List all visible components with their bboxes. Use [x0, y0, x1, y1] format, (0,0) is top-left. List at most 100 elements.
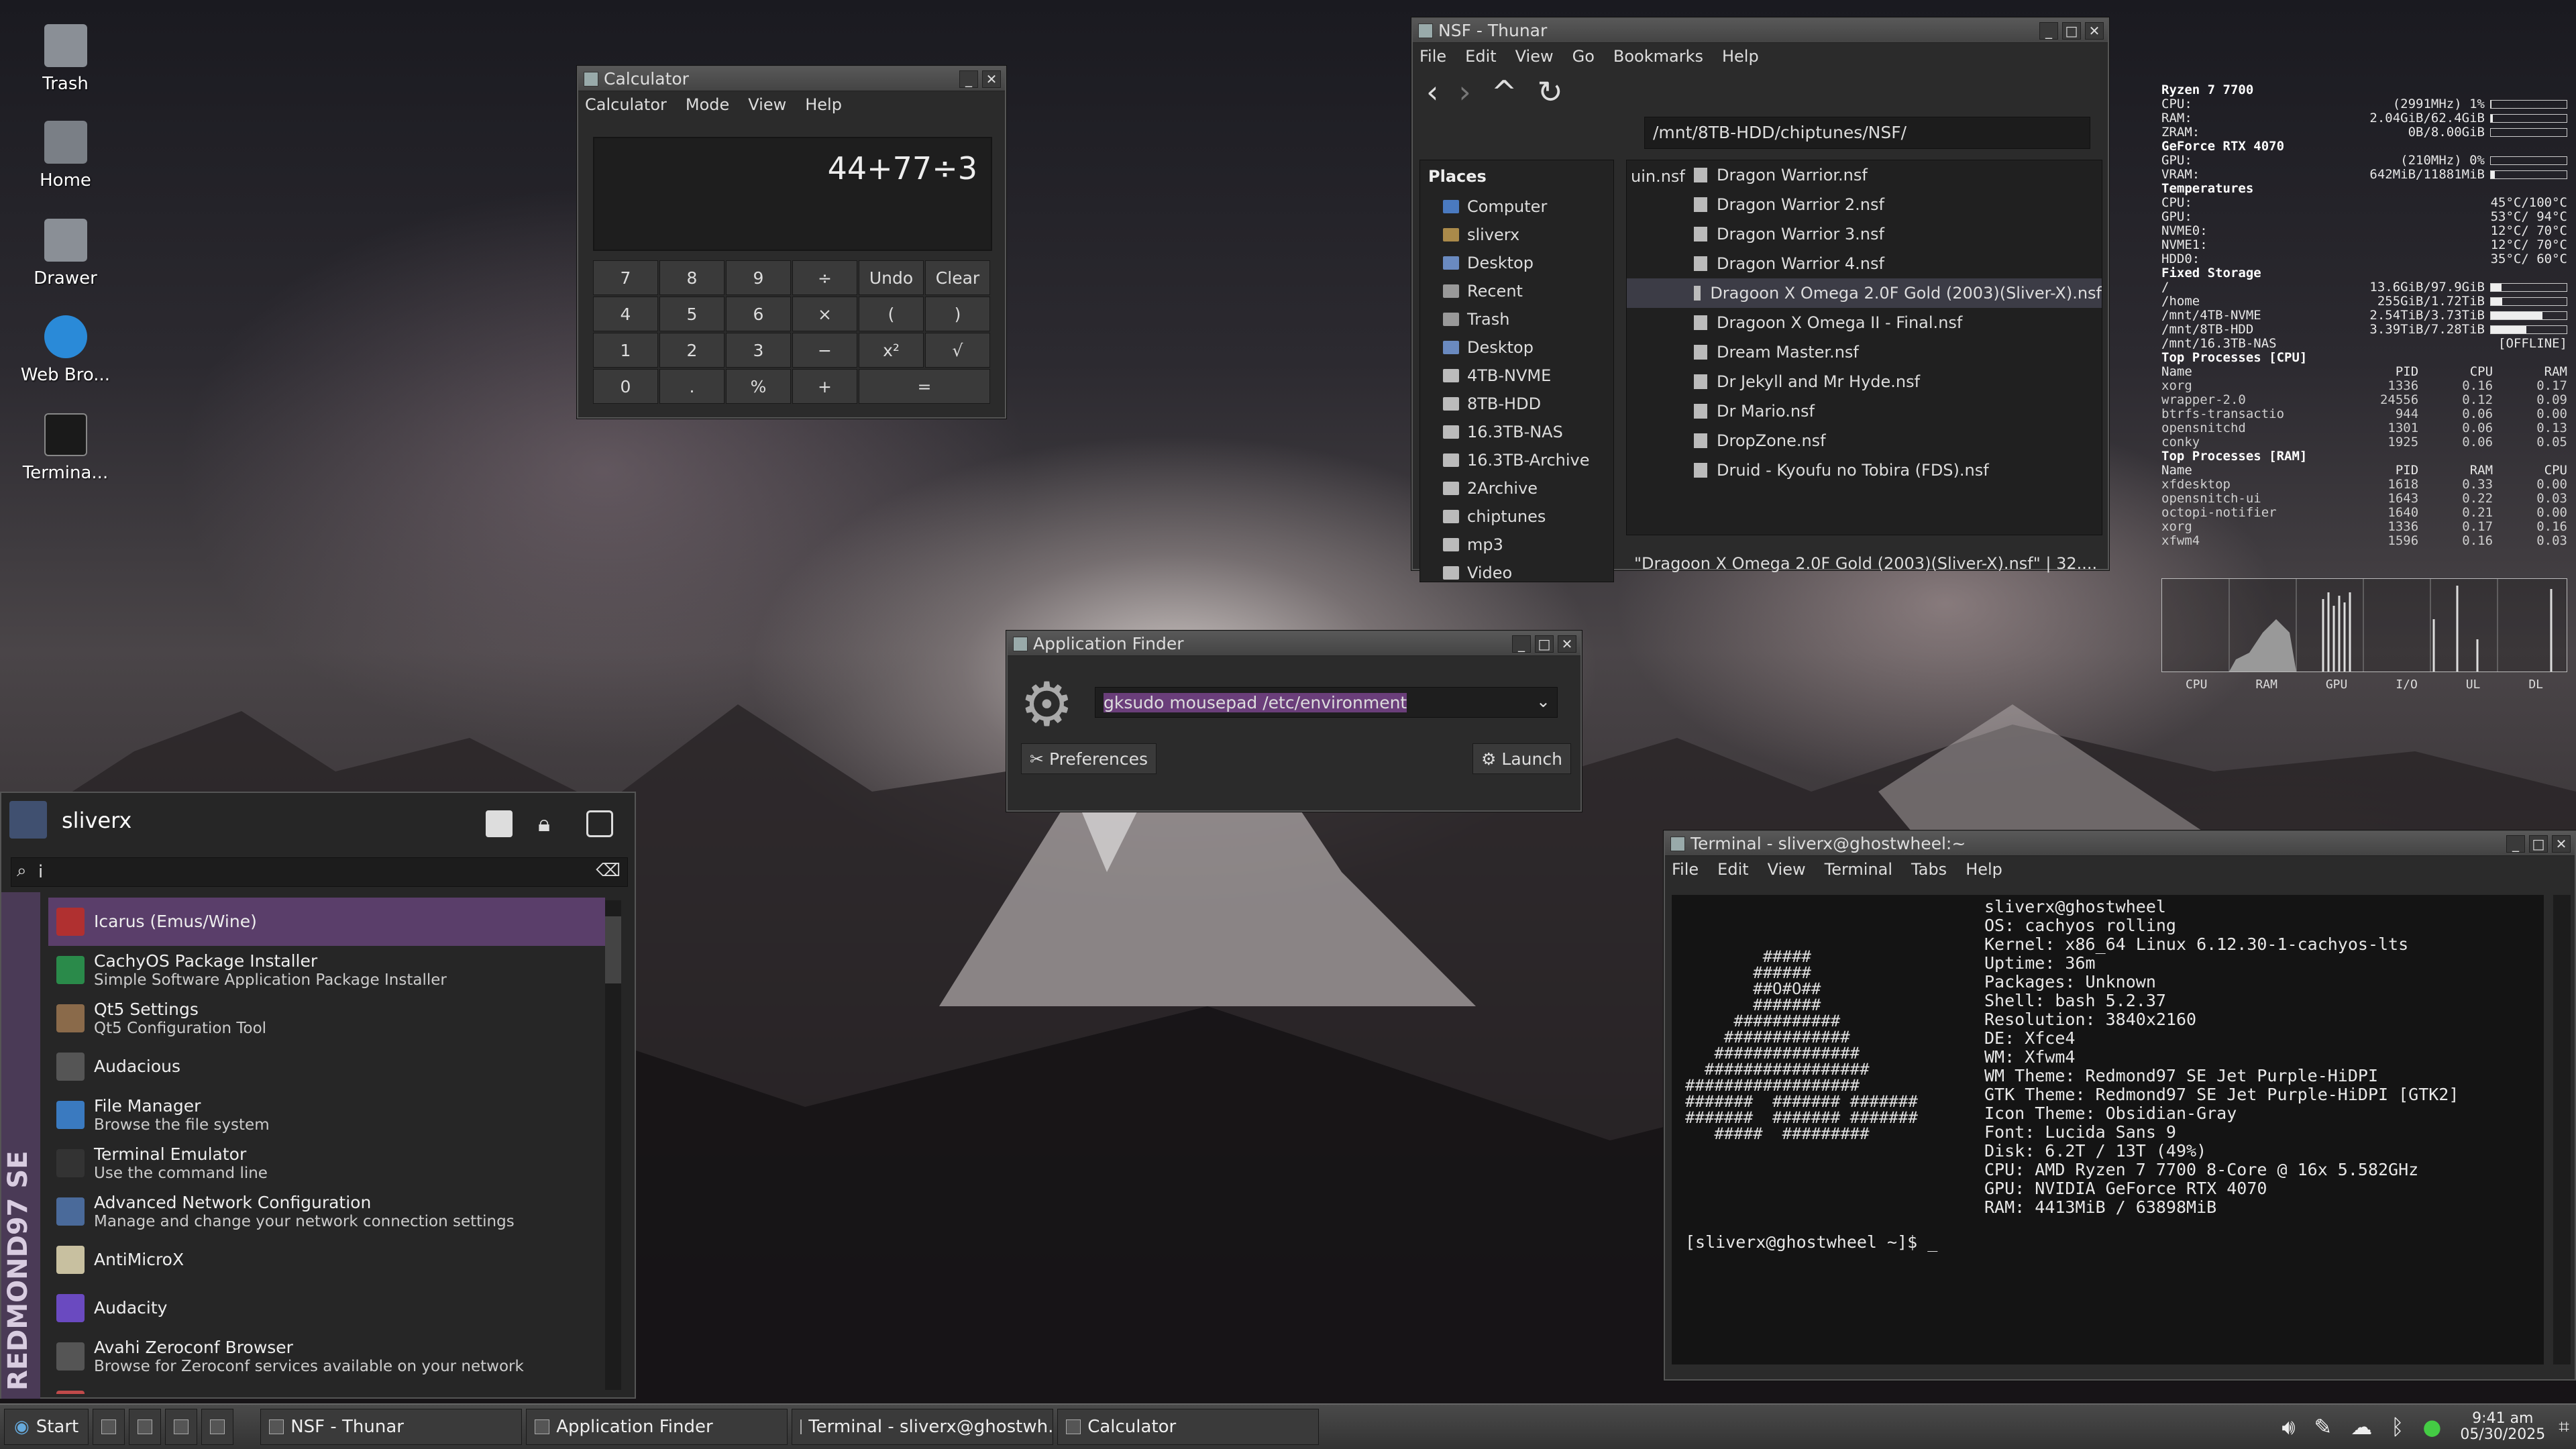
menu-edit[interactable]: Edit: [1465, 47, 1496, 66]
start-button[interactable]: ◉ Start: [4, 1409, 89, 1445]
thunar-titlebar[interactable]: NSF - Thunar _ □ ✕: [1413, 19, 2108, 43]
file-item[interactable]: Dragoon X Omega II - Final.nsf: [1627, 308, 2102, 337]
file-item[interactable]: Dragon Warrior 3.nsf: [1627, 219, 2102, 249]
pen-icon[interactable]: ✎: [2314, 1414, 2332, 1440]
key-1[interactable]: 1: [593, 333, 658, 368]
workspace-4[interactable]: [201, 1409, 234, 1445]
key-open-paren[interactable]: (: [859, 297, 924, 331]
key-5[interactable]: 5: [659, 297, 724, 331]
clock[interactable]: 9:41 am 05/30/2025: [2460, 1411, 2545, 1443]
location-bar[interactable]: /mnt/8TB-HDD/chiptunes/NSF/: [1644, 117, 2090, 149]
menu-view[interactable]: View: [1515, 47, 1554, 66]
place-item[interactable]: 4TB-NVME: [1420, 362, 1613, 390]
task-terminal[interactable]: Terminal - sliverx@ghostwh...: [792, 1409, 1054, 1445]
terminal-titlebar[interactable]: Terminal - sliverx@ghostwheel:~ _ □ ✕: [1665, 832, 2575, 856]
desktop-icon-drawer[interactable]: Drawer: [20, 219, 111, 288]
file-item[interactable]: Dragon Warrior 4.nsf: [1627, 249, 2102, 278]
key-undo[interactable]: Undo: [859, 260, 924, 295]
menu-mode[interactable]: Mode: [686, 95, 729, 114]
task-calculator[interactable]: Calculator: [1057, 1409, 1320, 1445]
minimize-button[interactable]: _: [959, 70, 978, 88]
workspace-3[interactable]: [165, 1409, 198, 1445]
place-item[interactable]: mp3: [1420, 531, 1613, 559]
place-item[interactable]: 2Archive: [1420, 474, 1613, 502]
file-item[interactable]: DropZone.nsf: [1627, 426, 2102, 455]
key-clear[interactable]: Clear: [925, 260, 990, 295]
close-button[interactable]: ✕: [1558, 635, 1576, 653]
preferences-button[interactable]: ✂ Preferences: [1021, 743, 1157, 774]
network-icon[interactable]: ☁: [2351, 1414, 2372, 1440]
key-7[interactable]: 7: [593, 260, 658, 295]
key-6[interactable]: 6: [726, 297, 791, 331]
logout-icon[interactable]: [586, 810, 613, 837]
menu-tabs[interactable]: Tabs: [1911, 860, 1947, 879]
calculator-titlebar[interactable]: Calculator _ ✕: [578, 67, 1005, 91]
clear-icon[interactable]: ⌫: [596, 861, 621, 881]
file-item[interactable]: Dream Master.nsf: [1627, 337, 2102, 367]
place-item[interactable]: Recent: [1420, 277, 1613, 305]
menu-app-item[interactable]: Qt5 Settings Qt5 Configuration Tool: [48, 994, 605, 1042]
maximize-button[interactable]: □: [1535, 635, 1554, 653]
maximize-button[interactable]: □: [2529, 835, 2548, 853]
menu-app-item[interactable]: AntiMicroX: [48, 1236, 605, 1284]
show-desktop-icon[interactable]: ⌗: [2559, 1415, 2569, 1438]
terminal-scrollbar[interactable]: [2553, 895, 2571, 1364]
application-menu[interactable]: sliverx 🔒︎ ⌕ i ⌫ REDMOND97 SE Icarus (Emus…: [0, 792, 636, 1399]
lock-icon[interactable]: 🔒︎: [538, 810, 550, 837]
file-item[interactable]: Dragon Warrior 2.nsf: [1627, 190, 2102, 219]
terminal-window[interactable]: Terminal - sliverx@ghostwheel:~ _ □ ✕ File E…: [1664, 830, 2576, 1381]
shell-prompt[interactable]: [sliverx@ghostwheel ~]$ _: [1685, 1233, 1937, 1252]
volume-icon[interactable]: 🔊︎: [2282, 1414, 2295, 1440]
desktop-icon-web-browser[interactable]: Web Bro...: [20, 315, 111, 385]
maximize-button[interactable]: □: [2062, 21, 2081, 40]
key-4[interactable]: 4: [593, 297, 658, 331]
chevron-down-icon[interactable]: ⌄: [1536, 692, 1550, 711]
reload-icon[interactable]: ↻: [1537, 74, 1563, 110]
file-item[interactable]: Dragon Warrior.nsf: [1627, 160, 2102, 190]
key-minus[interactable]: −: [792, 333, 857, 368]
up-icon[interactable]: ^: [1491, 74, 1517, 110]
menu-view[interactable]: View: [1768, 860, 1806, 879]
menu-app-item[interactable]: Audacious: [48, 1042, 605, 1091]
menu-edit[interactable]: Edit: [1717, 860, 1748, 879]
place-item[interactable]: 16.3TB-NAS: [1420, 418, 1613, 446]
desktop-icon-home[interactable]: Home: [20, 121, 111, 191]
menu-bookmarks[interactable]: Bookmarks: [1613, 47, 1703, 66]
menu-help[interactable]: Help: [1966, 860, 2002, 879]
key-2[interactable]: 2: [659, 333, 724, 368]
menu-app-item[interactable]: Advanced Network Configuration Manage and…: [48, 1187, 605, 1236]
place-item[interactable]: Desktop: [1420, 249, 1613, 277]
menu-app-item[interactable]: Audacity: [48, 1284, 605, 1332]
minimize-button[interactable]: _: [2039, 21, 2058, 40]
menu-help[interactable]: Help: [1722, 47, 1759, 66]
desktop-icon-terminal[interactable]: Termina...: [20, 413, 111, 483]
menu-view[interactable]: View: [748, 95, 786, 114]
place-item[interactable]: 8TB-HDD: [1420, 390, 1613, 418]
calculator-display[interactable]: 44+77÷3: [593, 137, 992, 251]
menu-go[interactable]: Go: [1572, 47, 1595, 66]
menu-app-item[interactable]: CachyOS Package Installer Simple Software…: [48, 946, 605, 994]
key-decimal[interactable]: .: [659, 369, 724, 404]
bluetooth-icon[interactable]: ᛒ: [2391, 1414, 2404, 1440]
key-3[interactable]: 3: [726, 333, 791, 368]
workspace-2[interactable]: [129, 1409, 162, 1445]
key-0[interactable]: 0: [593, 369, 658, 404]
menu-app-item[interactable]: Terminal Emulator Use the command line: [48, 1139, 605, 1187]
partial-file-name[interactable]: uin.nsf: [1631, 167, 1685, 186]
appfinder-window[interactable]: Application Finder _ □ ✕ ⚙ gksudo mousepad …: [1006, 631, 1582, 812]
close-button[interactable]: ✕: [2085, 21, 2104, 40]
close-button[interactable]: ✕: [2552, 835, 2571, 853]
key-8[interactable]: 8: [659, 260, 724, 295]
workspace-1[interactable]: [93, 1409, 125, 1445]
key-percent[interactable]: %: [726, 369, 791, 404]
task-appfinder[interactable]: Application Finder: [526, 1409, 788, 1445]
minimize-button[interactable]: _: [1512, 635, 1531, 653]
file-item[interactable]: Dr Mario.nsf: [1627, 396, 2102, 426]
menu-file[interactable]: File: [1672, 860, 1699, 879]
command-input[interactable]: gksudo mousepad /etc/environment ⌄: [1095, 687, 1558, 718]
security-icon[interactable]: ●: [2423, 1414, 2442, 1440]
terminal-output[interactable]: ##### ###### ##O#O## ####### ###########…: [1672, 895, 2544, 1364]
key-plus[interactable]: +: [792, 369, 857, 404]
key-equals[interactable]: =: [859, 369, 990, 404]
file-item-selected[interactable]: Dragoon X Omega 2.0F Gold (2003)(Sliver-…: [1627, 278, 2102, 308]
